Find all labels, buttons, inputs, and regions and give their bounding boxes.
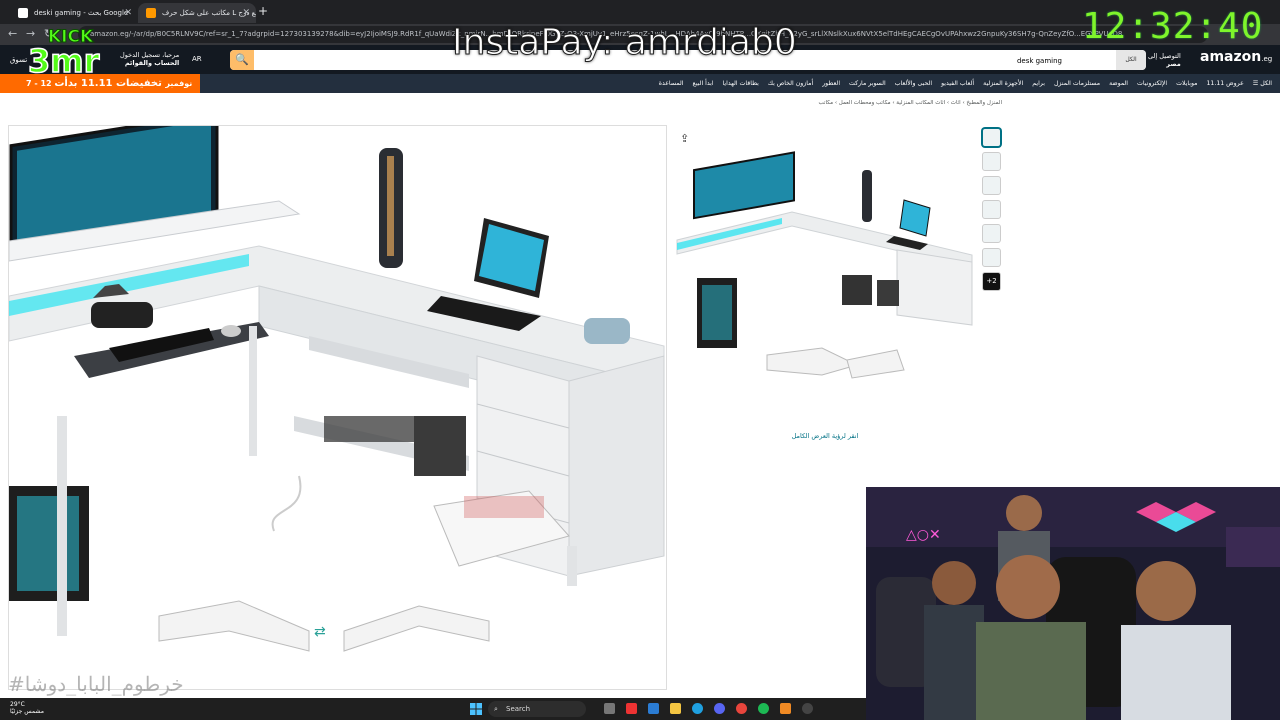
tab-google-search[interactable]: deski gaming - بحث Google ✕ (10, 3, 138, 23)
account-lists: الحساب والقوائم (124, 59, 180, 67)
task-view-icon[interactable] (604, 703, 615, 714)
windows-start-icon[interactable] (470, 703, 482, 715)
discord-icon[interactable] (714, 703, 725, 714)
product-zoom-image[interactable]: ⇄ (8, 125, 667, 690)
chrome-icon[interactable] (736, 703, 747, 714)
google-icon (18, 8, 28, 18)
search-icon: 🔍 (235, 53, 249, 66)
subnav-items: ☰ الكل عروض 11.11 موبايلات الإلكترونيات … (659, 74, 1272, 93)
thumbnail-1[interactable] (982, 128, 1001, 147)
subnav-appliances[interactable]: الأجهزة المنزلية (983, 80, 1023, 87)
amazon-subnav: 7 - 12 نوفمبر تخفيضات 11.11 بدأت ☰ الكل … (0, 74, 1280, 93)
edge-icon[interactable] (692, 703, 703, 714)
desk-thumbnail-illustration (676, 151, 973, 379)
thumbnail-6[interactable] (982, 248, 1001, 267)
taskbar-search[interactable]: ⌕ Search (488, 701, 586, 717)
stream-clock: 12:32:40 (1082, 6, 1264, 47)
subnav-help[interactable]: المساعدة (659, 80, 684, 87)
app-icon-red[interactable] (626, 703, 637, 714)
close-icon[interactable]: ✕ (124, 3, 132, 23)
thumbnail-strip: +2 (982, 128, 1003, 296)
amazon-icon (146, 8, 156, 18)
subnav-fashion[interactable]: الموضة (1109, 80, 1128, 87)
breadcrumb[interactable]: المنزل والمطبخ › أثاث › أثاث المكاتب الم… (640, 100, 1002, 106)
deliver-to[interactable]: التوصيل إلى مصر (1148, 52, 1181, 68)
cart-button[interactable]: تسوق (10, 56, 27, 64)
thumbnail-more[interactable]: +2 (982, 272, 1001, 291)
obs-icon[interactable] (802, 703, 813, 714)
search-category-select[interactable]: الكل (1116, 50, 1146, 70)
desk-illustration: ⇄ (9, 126, 665, 652)
weather-widget[interactable]: 29°C مشمس جزئيًا (10, 701, 44, 715)
weather-temp: 29°C (10, 701, 25, 708)
subnav-perfumes[interactable]: العطور (822, 80, 840, 87)
new-tab-button[interactable]: + (258, 4, 268, 18)
svg-text:△○✕: △○✕ (906, 527, 941, 543)
promo-banner[interactable]: 7 - 12 نوفمبر تخفيضات 11.11 بدأت (0, 74, 200, 93)
thumbnail-4[interactable] (982, 200, 1001, 219)
logo-suffix: .eg (1261, 55, 1273, 63)
subnav-your-amazon[interactable]: أمازون الخاص بك (768, 80, 813, 87)
full-view-link[interactable]: انقر لرؤية العرض الكامل (760, 432, 890, 440)
taskbar-search-label: Search (506, 705, 531, 713)
account-greeting: مرحبا، تسجيل الدخول (120, 51, 180, 59)
webcam-feed: △○✕ (866, 487, 1280, 720)
subnav-home[interactable]: مستلزمات المنزل (1054, 80, 1100, 87)
subnav-video-games[interactable]: ألعاب الفيديو (941, 80, 974, 87)
search-button[interactable]: 🔍 (230, 50, 254, 70)
account-menu[interactable]: مرحبا، تسجيل الدخول الحساب والقوائم (120, 51, 179, 67)
svg-text:⇄: ⇄ (314, 624, 326, 640)
subnav-electronics[interactable]: الإلكترونيات (1137, 80, 1167, 87)
file-explorer-icon[interactable] (670, 703, 681, 714)
subnav-all[interactable]: ☰ الكل (1253, 80, 1272, 87)
subnav-gift-cards[interactable]: بطاقات الهدايا (723, 80, 759, 87)
outlook-icon[interactable] (648, 703, 659, 714)
subnav-deals[interactable]: عروض 11.11 (1207, 80, 1244, 87)
webcam-scene: △○✕ (866, 487, 1280, 720)
search-icon: ⌕ (494, 705, 498, 713)
thumbnail-5[interactable] (982, 224, 1001, 243)
app-icon-orange[interactable] (780, 703, 791, 714)
subnav-toys[interactable]: الحبى والألعاب (895, 80, 932, 87)
language-selector[interactable]: AR (192, 55, 202, 63)
deliver-country: مصر (1166, 60, 1181, 68)
thumbnail-3[interactable] (982, 176, 1001, 195)
promo-title: تخفيضات 11.11 بدأت (54, 78, 162, 89)
subnav-supermarket[interactable]: السوبر ماركت (849, 80, 886, 87)
deliver-label: التوصيل إلى (1148, 52, 1181, 60)
weather-desc: مشمس جزئيًا (10, 708, 44, 715)
spotify-icon[interactable] (758, 703, 769, 714)
thumbnail-2[interactable] (982, 152, 1001, 171)
product-main-image[interactable] (672, 150, 982, 390)
subnav-prime[interactable]: برايم (1032, 80, 1045, 87)
instapay-overlay: InstaPay: amrdiab0 (452, 22, 798, 64)
share-icon[interactable]: ⇪ (680, 132, 689, 145)
subnav-mobiles[interactable]: موبايلات (1176, 80, 1197, 87)
back-arrow-icon[interactable]: ← (8, 27, 17, 40)
windows-taskbar: 29°C مشمس جزئيًا ⌕ Search (0, 698, 866, 720)
amazon-logo[interactable]: amazon.eg (1200, 49, 1272, 65)
logo-text: amazon (1200, 49, 1262, 65)
tab-label: deski gaming - بحث Google (34, 9, 129, 17)
close-icon[interactable]: ✕ (242, 3, 250, 23)
kick-logo: KICK 3mr (26, 24, 118, 81)
kick-logo-bottom: 3mr (28, 42, 100, 76)
subnav-sell[interactable]: ابدأ البيع (693, 80, 714, 87)
tab-amazon-product[interactable]: مكاتب على شكل حرف L مع درج ... ✕ (138, 3, 256, 23)
watermark-text: #خرطوم_البابا_دوشا (8, 672, 184, 696)
